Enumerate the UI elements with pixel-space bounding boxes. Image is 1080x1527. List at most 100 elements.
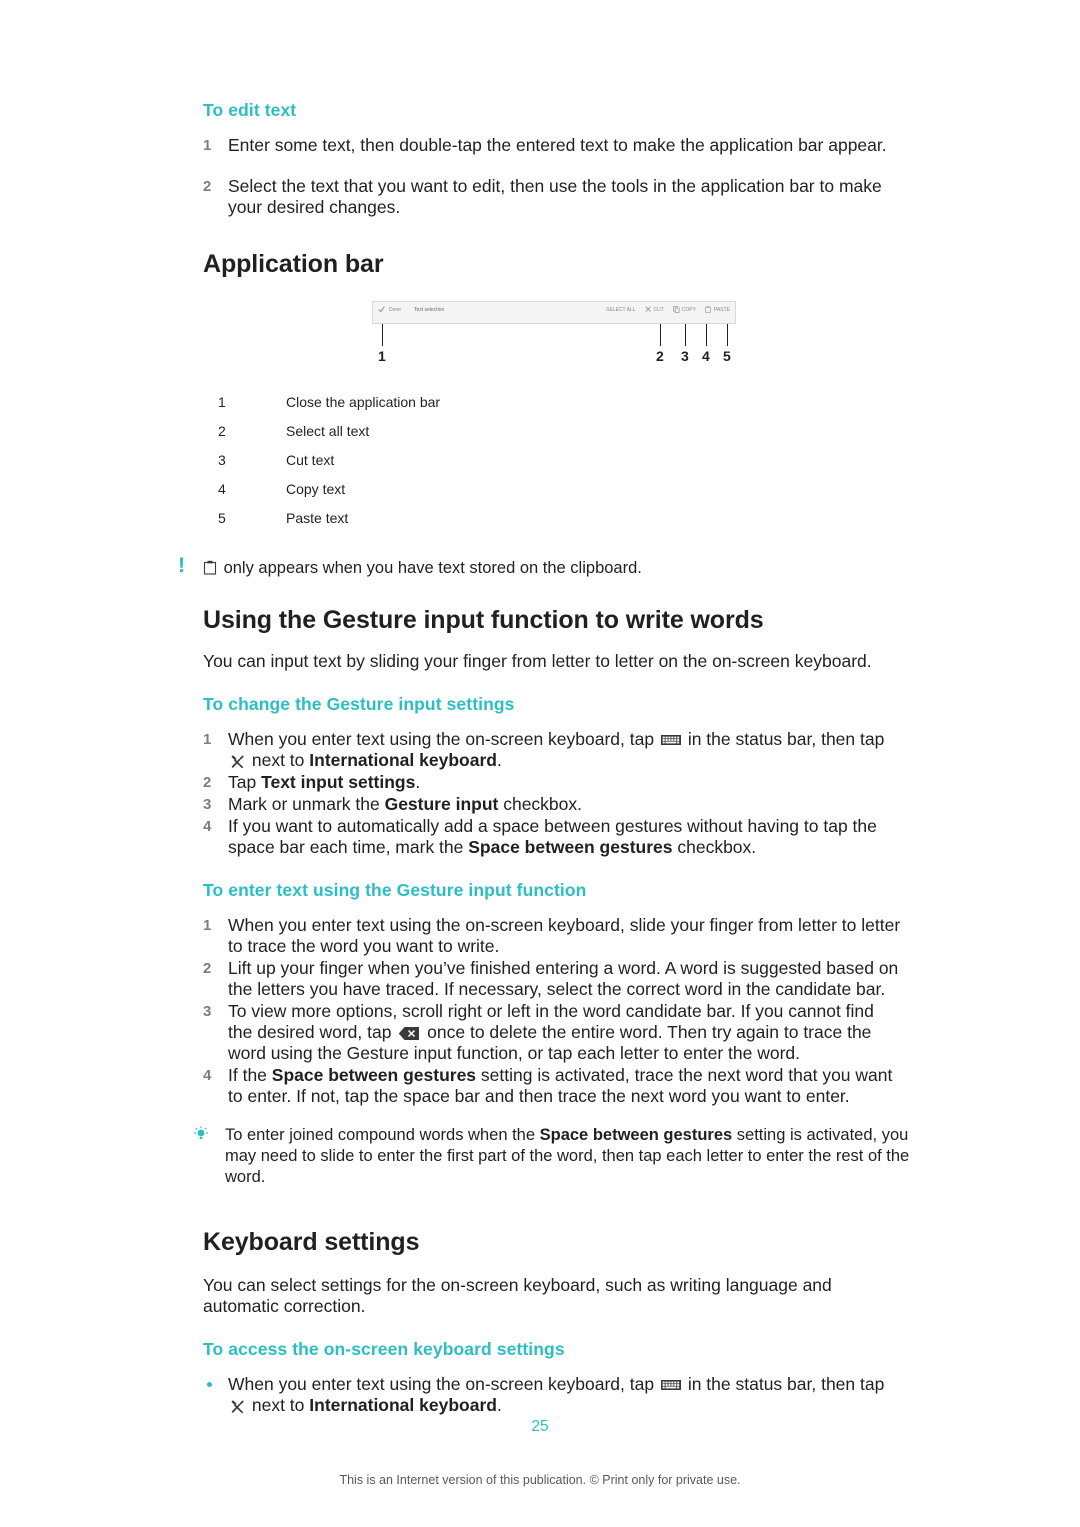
step-text-part: next to: [247, 750, 310, 770]
step-text: Select the text that you want to edit, t…: [228, 176, 882, 217]
step-text-part: in the status bar, then tap: [682, 729, 885, 749]
page-content: To edit text 1 Enter some text, then dou…: [178, 0, 909, 1416]
step-text-part: checkbox.: [672, 837, 757, 857]
list-item: 2 Lift up your finger when you’ve finish…: [203, 958, 903, 1000]
bullet-text-bold: International keyboard: [309, 1395, 497, 1415]
scissors-icon: [644, 306, 652, 313]
step-number: 2: [203, 774, 212, 791]
callout-number-5: 5: [723, 348, 731, 364]
paste-icon: [203, 560, 217, 575]
step-text-bold: Gesture input: [384, 794, 499, 814]
keyboard-settings-intro: You can select settings for the on-scree…: [203, 1275, 832, 1316]
legend-number: 3: [218, 452, 226, 468]
list-item: 3 Mark or unmark the Gesture input check…: [203, 794, 903, 815]
step-text-part: .: [496, 750, 502, 770]
legend-text: Copy text: [286, 481, 346, 497]
bullet-text-part: in the status bar, then tap: [682, 1374, 885, 1394]
step-text: To view more options, scroll right or le…: [228, 1001, 874, 1063]
appbar-paste-label: PASTE: [713, 306, 730, 313]
steps-change-gesture-settings: 1 When you enter text using the on-scree…: [203, 729, 903, 858]
list-item: When you enter text using the on-screen …: [203, 1374, 903, 1416]
gesture-tip: To enter joined compound words when the …: [194, 1125, 917, 1188]
table-row: 1 Close the application bar: [203, 395, 440, 424]
appbar-paste: PASTE: [705, 306, 730, 313]
step-text-bold: International keyboard: [309, 750, 497, 770]
step-number: 1: [203, 917, 212, 934]
section-heading-enter-text-gesture: To enter text using the Gesture input fu…: [203, 880, 587, 900]
step-text: Lift up your finger when you’ve finished…: [228, 958, 899, 999]
appbar-select-all: SELECT ALL: [606, 307, 635, 313]
bullets-access-keyboard-settings: When you enter text using the on-screen …: [203, 1374, 903, 1416]
bullet-text-part: .: [496, 1395, 502, 1415]
list-item: 1 When you enter text using the on-scree…: [203, 729, 903, 771]
step-text-bold: Space between gestures: [271, 1065, 477, 1085]
keyboard-icon: [660, 1375, 681, 1390]
callout-line-5: [727, 324, 728, 346]
section-heading-to-edit-text: To edit text: [203, 100, 297, 120]
list-item: 4 If the Space between gestures setting …: [203, 1065, 903, 1107]
appbar-right-group: SELECT ALL CUT COPY PASTE: [606, 306, 730, 313]
callout-number-4: 4: [702, 348, 710, 364]
steps-enter-text-gesture: 1 When you enter text using the on-scree…: [203, 915, 903, 1107]
callout-line-2: [660, 324, 661, 346]
gesture-input-intro: You can input text by sliding your finge…: [203, 651, 872, 671]
legend-number: 5: [218, 510, 226, 526]
list-item: 2 Select the text that you want to edit,…: [203, 176, 903, 218]
table-row: 2 Select all text: [203, 424, 440, 453]
callout-number-1: 1: [378, 348, 386, 364]
callout-number-2: 2: [656, 348, 664, 364]
list-item: 3 To view more options, scroll right or …: [203, 1001, 903, 1064]
callout-line-4: [706, 324, 707, 346]
section-heading-gesture-input: Using the Gesture input function to writ…: [203, 606, 764, 634]
lightbulb-icon: [193, 1126, 209, 1142]
bullet-text-part: When you enter text using the on-screen …: [228, 1374, 659, 1394]
paste-icon: [705, 306, 712, 313]
clipboard-note-text: only appears when you have text stored o…: [219, 559, 642, 577]
section-heading-change-gesture-settings: To change the Gesture input settings: [203, 694, 515, 714]
step-text: Enter some text, then double-tap the ent…: [228, 135, 887, 155]
callout-line-1: [382, 324, 383, 346]
legend-number: 1: [218, 394, 226, 410]
bullet-icon: [207, 1382, 212, 1387]
step-text-part: If the: [228, 1065, 272, 1085]
step-text-part: Mark or unmark the: [228, 794, 385, 814]
legend-text: Cut text: [286, 452, 335, 468]
gesture-tip-text: To enter joined compound words when the …: [225, 1126, 909, 1186]
legend-text: Close the application bar: [286, 394, 441, 410]
table-row: 3 Cut text: [203, 453, 440, 482]
step-text: If you want to automatically add a space…: [228, 816, 877, 857]
step-text: When you enter text using the on-screen …: [228, 729, 884, 770]
legend-number: 4: [218, 481, 226, 497]
bullet-text-part: next to: [247, 1395, 310, 1415]
wrench-icon: [230, 1398, 245, 1414]
keyboard-icon: [660, 730, 681, 745]
step-text-part: Tap: [228, 772, 262, 792]
check-icon: [378, 306, 385, 313]
document-page: To edit text 1 Enter some text, then dou…: [0, 0, 1080, 1527]
clipboard-note: ! only appears when you have text stored…: [178, 555, 903, 578]
section-heading-access-keyboard-settings: To access the on-screen keyboard setting…: [203, 1339, 565, 1359]
exclamation-icon: !: [178, 554, 185, 577]
table-row: 5 Paste text: [203, 511, 440, 540]
appbar-copy-label: COPY: [681, 306, 696, 313]
list-item: 2 Tap Text input settings.: [203, 772, 903, 793]
legend-number: 2: [218, 423, 226, 439]
step-number: 1: [203, 731, 212, 748]
page-footer: This is an Internet version of this publ…: [339, 1473, 741, 1487]
callout-line-3: [685, 324, 686, 346]
page-number: 25: [531, 1418, 549, 1435]
list-item: 4 If you want to automatically add a spa…: [203, 816, 903, 858]
legend-text: Select all text: [286, 423, 370, 439]
step-number: 3: [203, 796, 212, 813]
appbar-cut: CUT: [644, 306, 664, 313]
application-bar-mock: Done Text selection SELECT ALL CUT COPY …: [372, 301, 736, 324]
appbar-done-label: Done: [389, 306, 401, 313]
step-number: 4: [203, 818, 212, 835]
step-text-bold: Text input settings: [261, 772, 416, 792]
figure-legend-table: 1 Close the application bar 2 Select all…: [203, 395, 440, 540]
step-number: 2: [203, 178, 212, 195]
callout-number-3: 3: [681, 348, 689, 364]
step-text: Mark or unmark the Gesture input checkbo…: [228, 794, 582, 814]
step-text-part: .: [415, 772, 421, 792]
step-number: 2: [203, 960, 212, 977]
